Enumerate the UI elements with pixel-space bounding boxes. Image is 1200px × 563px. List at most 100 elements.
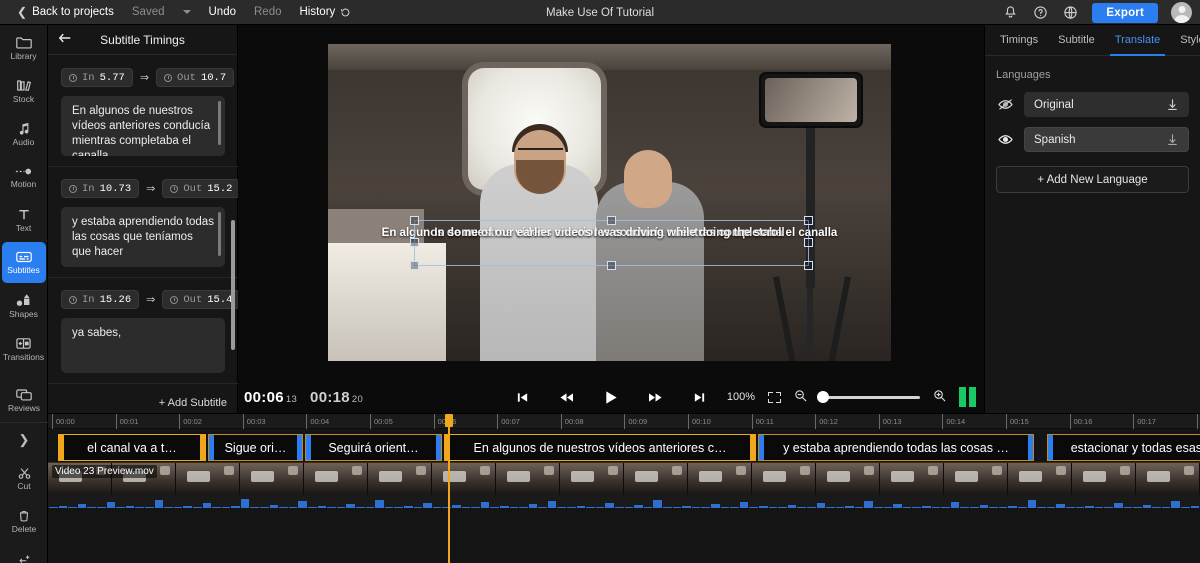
folder-icon [15, 37, 32, 49]
resize-handle-top-center[interactable] [606, 216, 616, 225]
back-to-projects-button[interactable]: ❮ Back to projects [8, 0, 123, 25]
sidebar-item-text[interactable]: Text [2, 199, 46, 240]
ruler-tick: 00:05 [370, 414, 393, 429]
subtitle-card[interactable]: In 10.73 ⇒ Out 15.2 y estaba aprendiendo… [48, 167, 238, 278]
clip-handle-left[interactable] [1048, 435, 1053, 460]
textarea-scrollbar[interactable] [218, 212, 221, 256]
resize-handle-top-right[interactable] [804, 216, 813, 225]
timeline-ruler[interactable]: 00:0000:0100:0200:0300:0400:0500:0600:07… [48, 414, 1200, 429]
tab-translate[interactable]: Translate [1106, 25, 1169, 56]
avatar[interactable] [1171, 2, 1192, 23]
subtitle-out-time[interactable]: Out 15.4 [162, 290, 238, 309]
rewind-icon[interactable] [559, 391, 574, 404]
subtitle-in-time[interactable]: In 15.26 [61, 290, 140, 309]
resize-handle-middle-right[interactable] [804, 238, 813, 247]
clip-handle-right[interactable] [200, 435, 205, 460]
subtitle-list[interactable]: In 5.77 ⇒ Out 10.7 En algunos de nuestro… [48, 56, 238, 396]
arrow-left-icon[interactable] [58, 32, 72, 47]
globe-icon[interactable] [1062, 4, 1079, 21]
fit-to-screen-icon[interactable] [768, 391, 781, 403]
zoom-slider-knob[interactable] [817, 391, 829, 403]
sidebar-item-stock[interactable]: Stock [2, 70, 46, 111]
download-icon[interactable] [1166, 133, 1179, 146]
resize-handle-bottom-center[interactable] [606, 261, 616, 270]
sidebar-item-transitions[interactable]: Transitions [2, 328, 46, 369]
eye-off-icon[interactable] [996, 98, 1014, 111]
undo-button[interactable]: Undo [200, 0, 246, 25]
tab-subtitle[interactable]: Subtitle [1049, 25, 1104, 56]
language-field-original[interactable]: Original [1024, 92, 1189, 117]
clip-handle-right[interactable] [1028, 435, 1033, 460]
video-track[interactable]: Video 23 Preview.mov [48, 462, 1200, 508]
add-new-language-button[interactable]: + Add New Language [996, 166, 1189, 193]
skip-end-icon[interactable] [693, 391, 706, 404]
subtitle-clip[interactable]: En algunos de nuestros vídeos anteriores… [444, 434, 756, 461]
language-field-spanish[interactable]: Spanish [1024, 127, 1189, 152]
subtitle-out-time[interactable]: Out 10.7 [156, 68, 235, 87]
cut-button[interactable]: Cut [2, 458, 46, 499]
clip-handle-left[interactable] [209, 435, 214, 460]
clip-handle-right[interactable] [750, 435, 755, 460]
clip-handle-left[interactable] [759, 435, 764, 460]
sidebar-item-subtitles[interactable]: Subtitles [1, 242, 46, 283]
subtitle-list-scrollbar[interactable] [231, 220, 235, 350]
resize-handle-top-left[interactable] [410, 216, 419, 225]
in-label: In [82, 182, 95, 195]
export-button[interactable]: Export [1092, 2, 1158, 23]
sidebar-item-audio[interactable]: Audio [2, 113, 46, 154]
skip-start-icon[interactable] [516, 391, 529, 404]
sidebar-item-motion[interactable]: Motion [2, 156, 46, 197]
tab-timings[interactable]: Timings [991, 25, 1047, 56]
subtitle-in-time[interactable]: In 5.77 [61, 68, 133, 87]
delete-button[interactable]: Delete [2, 501, 46, 542]
subtitle-out-time[interactable]: Out 15.2 [162, 179, 238, 198]
subtitle-clip[interactable]: Sigue ori… [208, 434, 303, 461]
bell-icon[interactable] [1002, 4, 1019, 21]
subtitle-clip[interactable]: estacionar y todas esas c… [1047, 434, 1200, 461]
subtitle-clip[interactable]: el canal va a t… [58, 434, 206, 461]
subtitle-track[interactable]: el canal va a t… Sigue ori… Seguirá orient… [48, 434, 1200, 461]
video-preview[interactable]: En algunos de nuestros vídeos anteriores… [328, 44, 891, 361]
zoom-out-icon[interactable] [794, 389, 807, 405]
clip-handle-left[interactable] [59, 435, 64, 460]
eye-icon[interactable] [996, 133, 1014, 146]
collapse-rail-button[interactable]: ❯ [0, 422, 48, 456]
textarea-scrollbar[interactable] [218, 101, 221, 145]
subtitle-card[interactable]: In 15.26 ⇒ Out 15.4 ya sabes, [48, 278, 238, 384]
waveform-bar [663, 507, 672, 508]
play-icon[interactable] [604, 390, 618, 405]
subtitle-in-time[interactable]: In 10.73 [61, 179, 140, 198]
subtitle-clip[interactable]: y estaba aprendiendo todas las cosas … [758, 434, 1034, 461]
subtitle-text-input[interactable]: En algunos de nuestros vídeos anteriores… [61, 96, 225, 156]
tab-style[interactable]: Style [1171, 25, 1200, 56]
subtitle-clip[interactable]: Seguirá orient… [305, 434, 442, 461]
playhead[interactable] [445, 414, 453, 563]
help-icon[interactable] [1032, 4, 1049, 21]
subtitle-text-input[interactable]: ya sabes, [61, 318, 225, 373]
history-button[interactable]: History [291, 0, 361, 25]
download-icon[interactable] [1166, 98, 1179, 111]
subtitle-card[interactable]: In 5.77 ⇒ Out 10.7 En algunos de nuestro… [48, 56, 238, 167]
sidebar-item-reviews[interactable]: Reviews [0, 377, 48, 420]
resize-handle-bottom-right[interactable] [804, 261, 813, 270]
clip-handle-right[interactable] [436, 435, 441, 460]
add-track-button[interactable]: Add Track [2, 544, 46, 563]
fast-forward-icon[interactable] [648, 391, 663, 404]
video-thumbnail [816, 463, 880, 495]
resize-handle-bottom-left[interactable] [410, 261, 419, 270]
resize-handle-middle-left[interactable] [410, 238, 419, 247]
waveform-bar [221, 507, 231, 508]
clip-handle-left[interactable] [306, 435, 311, 460]
sidebar-item-library[interactable]: Library [2, 27, 46, 68]
subtitle-text-input[interactable]: y estaba aprendiendo todas las cosas que… [61, 207, 225, 267]
reviews-button[interactable]: Reviews [2, 379, 46, 420]
subtitle-selection-box[interactable] [410, 216, 813, 270]
redo-button[interactable]: Redo [245, 0, 291, 25]
saved-dropdown-button[interactable] [174, 0, 200, 25]
clip-handle-right[interactable] [297, 435, 302, 460]
zoom-in-icon[interactable] [933, 389, 946, 405]
add-subtitle-button[interactable]: + Add Subtitle [159, 397, 227, 409]
waveform-bar [931, 507, 941, 508]
sidebar-item-shapes[interactable]: Shapes [2, 285, 46, 326]
zoom-slider[interactable] [817, 391, 920, 403]
